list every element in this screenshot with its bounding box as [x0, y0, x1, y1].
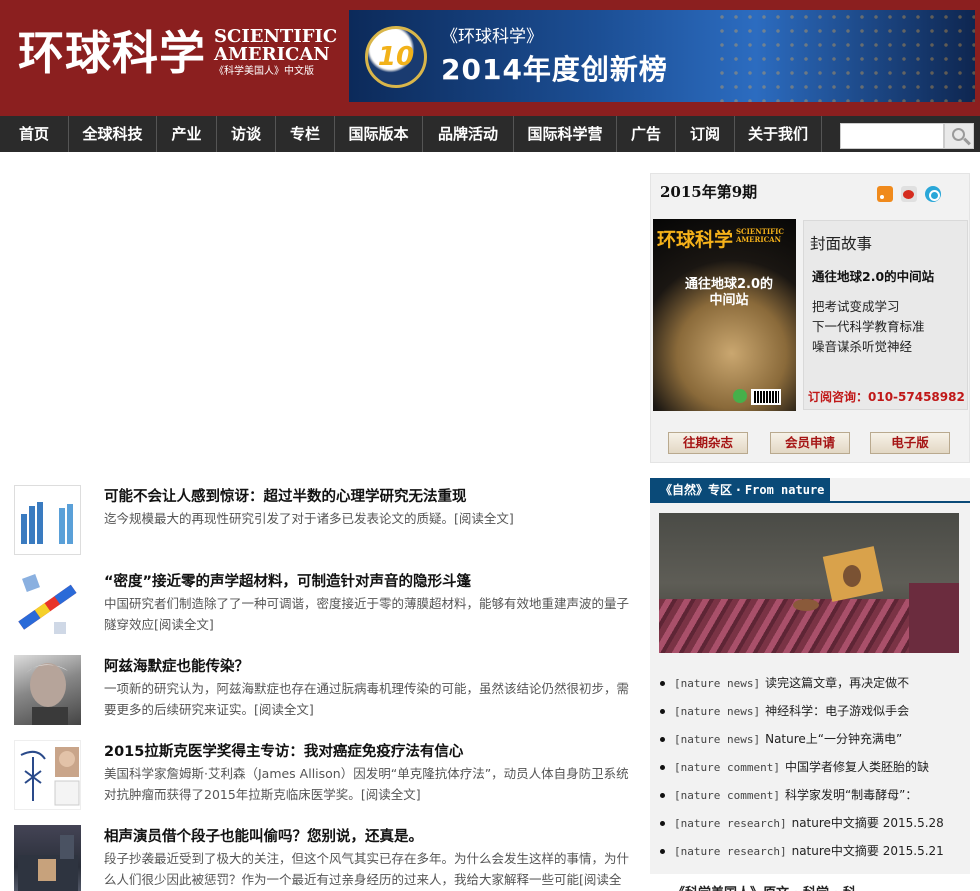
article-item: 相声演员借个段子也能叫偷吗？您别说，还真是。 段子抄袭最近受到了极大的关注，但这…	[14, 825, 634, 891]
article-summary: 段子抄袭最近受到了极大的关注，但这个风气其实已存在多年。为什么会发生这样的事情，…	[104, 848, 630, 891]
bullet-icon	[660, 737, 665, 742]
nav-science-camp[interactable]: 国际科学营	[514, 116, 617, 152]
article-summary: 一项新的研究认为，阿兹海默症也存在通过朊病毒机理传染的可能，虽然该结论仍然很初步…	[104, 681, 630, 717]
bullet-icon	[660, 765, 665, 770]
nature-news-item[interactable]: [nature research] nature中文摘要 2015.5.21	[660, 842, 944, 859]
issue-title: 2015年第9期	[660, 183, 758, 201]
member-apply-button[interactable]: 会员申请	[770, 432, 850, 454]
cover-headline: 通往地球2.0的中间站	[684, 277, 774, 308]
logo-subtitle: 《科学美国人》中文版	[214, 66, 314, 77]
banner-badge-number: 10	[377, 42, 415, 72]
bullet-icon	[660, 849, 665, 854]
banner-dot-grid	[715, 10, 975, 102]
nav-interview[interactable]: 访谈	[217, 116, 276, 152]
nature-tab[interactable]: 《自然》专区 · From nature	[650, 478, 830, 502]
banner-line2: 2014年度创新榜	[441, 53, 668, 86]
read-more-link[interactable]: [阅读全文]	[154, 617, 214, 632]
cover-badge-icon	[733, 389, 747, 403]
article-item: 阿兹海默症也能传染？ 一项新的研究认为，阿兹海默症也存在通过朊病毒机理传染的可能…	[14, 655, 634, 727]
innovation-banner[interactable]: 10 《环球科学》 2014年度创新榜	[349, 10, 975, 102]
cover-story-link[interactable]: 把考试变成学习	[812, 296, 900, 315]
cover-story-link[interactable]: 下一代科学教育标准	[812, 316, 925, 335]
article-thumbnail[interactable]	[14, 570, 81, 640]
nav-international-edition[interactable]: 国际版本	[335, 116, 423, 152]
nav-about[interactable]: 关于我们	[735, 116, 822, 152]
main-nav: 首页 全球科技 产业 访谈 专栏 国际版本 品牌活动 国际科学营 广告 订阅 关…	[0, 116, 980, 152]
site-logo[interactable]: 环球科学 SCIENTIFIC AMERICAN 《科学美国人》中文版	[18, 28, 337, 77]
bullet-icon	[660, 709, 665, 714]
cover-logo-en: SCIENTIFIC AMERICAN	[736, 227, 784, 244]
tencent-weibo-icon[interactable]	[925, 186, 941, 202]
weibo-icon[interactable]	[901, 186, 917, 202]
article-thumbnail[interactable]	[14, 740, 81, 810]
cover-story-main-link[interactable]: 通往地球2.0的中间站	[812, 266, 934, 285]
article-title[interactable]: “密度”接近零的声学超材料，可制造针对声音的隐形斗篷	[104, 570, 471, 591]
sa-original-tab[interactable]: 《科学美国人》原文 · 科学 · 科	[650, 880, 970, 891]
article-title[interactable]: 可能不会让人感到惊讶：超过半数的心理学研究无法重现	[104, 485, 467, 506]
rss-icon[interactable]	[877, 186, 893, 202]
nav-subscribe[interactable]: 订阅	[676, 116, 735, 152]
barcode-icon	[751, 389, 781, 405]
banner-badge-icon: 10	[365, 26, 427, 88]
cover-logo-cn: 环球科学	[657, 229, 734, 251]
back-issues-button[interactable]: 往期杂志	[668, 432, 748, 454]
nature-tab-underline	[650, 501, 970, 503]
nature-news-item[interactable]: [nature comment] 中国学者修复人类胚胎的缺	[660, 758, 929, 775]
read-more-link[interactable]: [阅读全文]	[254, 702, 314, 717]
search-input[interactable]	[840, 123, 944, 149]
banner-line1: 《环球科学》	[441, 27, 543, 47]
nav-brand-events[interactable]: 品牌活动	[423, 116, 514, 152]
logo-en-line2: AMERICAN	[214, 44, 330, 65]
nature-news-item[interactable]: [nature news] 神经科学：电子游戏似手会	[660, 702, 909, 719]
nature-news-item[interactable]: [nature news] Nature上“一分钟充满电”	[660, 730, 902, 747]
nav-advertising[interactable]: 广告	[617, 116, 676, 152]
read-more-link[interactable]: [阅读全文]	[454, 511, 514, 526]
search-button[interactable]	[944, 123, 974, 149]
article-summary: 中国研究者们制造除了了一种可调谐，密度接近于零的薄膜超材料，能够有效地重建声波的…	[104, 596, 630, 632]
cover-story-heading: 封面故事	[810, 235, 873, 253]
cover-story-link[interactable]: 噪音谋杀听觉神经	[812, 336, 912, 355]
article-item: 2015拉斯克医学奖得主专访：我对癌症免疫疗法有信心 美国科学家詹姆斯·艾利森（…	[14, 740, 634, 812]
magazine-cover[interactable]: 环球科学 SCIENTIFIC AMERICAN 通往地球2.0的中间站	[653, 219, 796, 411]
nature-news-item[interactable]: [nature news] 读完这篇文章，再决定做不	[660, 674, 909, 691]
subscribe-phone: 订阅咨询：010-57458982	[808, 390, 965, 404]
article-item: “密度”接近零的声学超材料，可制造针对声音的隐形斗篷 中国研究者们制造除了了一种…	[14, 570, 634, 642]
bullet-icon	[660, 681, 665, 686]
logo-english: SCIENTIFIC AMERICAN 《科学美国人》中文版	[214, 28, 337, 77]
read-more-link[interactable]: [阅读全文]	[361, 787, 421, 802]
nature-news-item[interactable]: [nature research] nature中文摘要 2015.5.28	[660, 814, 944, 831]
logo-chinese: 环球科学	[18, 25, 206, 80]
nav-global-tech[interactable]: 全球科技	[69, 116, 157, 152]
nav-home[interactable]: 首页	[0, 116, 69, 152]
article-title[interactable]: 阿兹海默症也能传染？	[104, 655, 249, 676]
nav-industry[interactable]: 产业	[157, 116, 217, 152]
nature-news-item[interactable]: [nature comment] 科学家发明“制毒酵母”：	[660, 786, 917, 803]
site-header: 环球科学 SCIENTIFIC AMERICAN 《科学美国人》中文版 10 《…	[0, 0, 980, 116]
bullet-icon	[660, 793, 665, 798]
article-summary: 迄今规模最大的再现性研究引发了对于诸多已发表论文的质疑。[阅读全文]	[104, 511, 514, 526]
article-summary: 美国科学家詹姆斯·艾利森（James Allison）因发明“单克隆抗体疗法”，…	[104, 766, 629, 802]
article-title[interactable]: 2015拉斯克医学奖得主专访：我对癌症免疫疗法有信心	[104, 740, 463, 761]
article-item: 可能不会让人感到惊讶：超过半数的心理学研究无法重现 迄今规模最大的再现性研究引发…	[14, 485, 634, 557]
article-thumbnail[interactable]	[14, 825, 81, 891]
nav-column[interactable]: 专栏	[276, 116, 335, 152]
article-thumbnail[interactable]	[14, 485, 81, 555]
nature-feature-photo[interactable]	[659, 513, 959, 653]
article-thumbnail[interactable]	[14, 655, 81, 725]
bullet-icon	[660, 821, 665, 826]
article-title[interactable]: 相声演员借个段子也能叫偷吗？您别说，还真是。	[104, 825, 423, 846]
digital-edition-button[interactable]: 电子版	[870, 432, 950, 454]
